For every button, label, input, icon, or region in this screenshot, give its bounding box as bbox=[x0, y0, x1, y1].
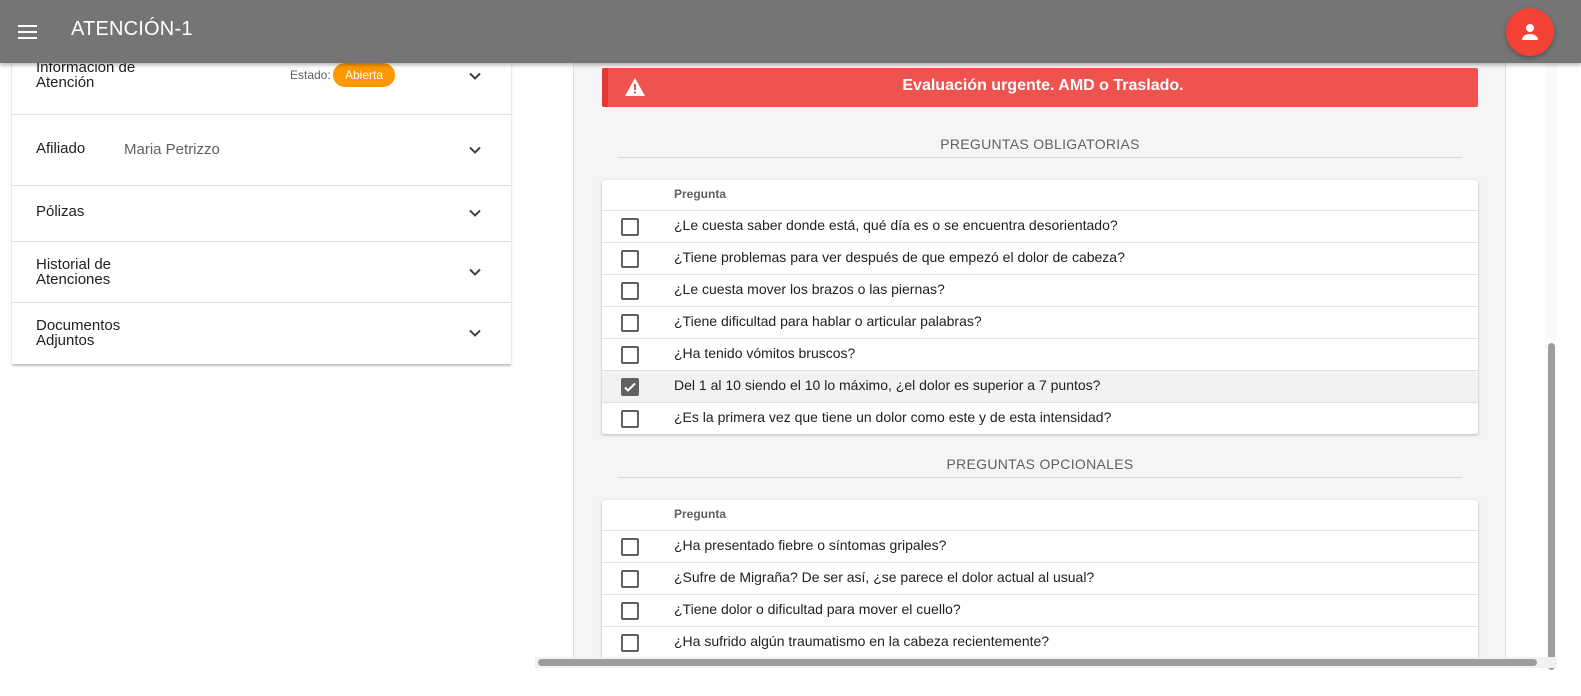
checkbox[interactable] bbox=[621, 314, 639, 332]
check-icon bbox=[624, 382, 636, 392]
checkbox[interactable] bbox=[621, 634, 639, 652]
question-text: ¿Le cuesta saber donde está, qué día es … bbox=[674, 217, 1118, 233]
table-row[interactable]: ¿Ha presentado fiebre o síntomas gripale… bbox=[602, 531, 1478, 563]
user-avatar-button[interactable] bbox=[1506, 8, 1554, 56]
table-row[interactable]: Del 1 al 10 siendo el 10 lo máximo, ¿el … bbox=[602, 371, 1478, 403]
accordion-historial[interactable]: Historial de Atenciones bbox=[12, 242, 511, 303]
accordion-documentos-label: Documentos Adjuntos bbox=[36, 317, 121, 349]
column-header-pregunta: Pregunta bbox=[674, 187, 727, 201]
question-text: Del 1 al 10 siendo el 10 lo máximo, ¿el … bbox=[674, 377, 1101, 393]
estado-label: Estado: bbox=[290, 68, 331, 82]
question-text: ¿Tiene dolor o dificultad para mover el … bbox=[674, 601, 961, 617]
checkbox-checked[interactable] bbox=[621, 378, 639, 396]
urgent-alert-banner: Evaluación urgente. AMD o Traslado. bbox=[602, 68, 1478, 107]
checkbox[interactable] bbox=[621, 346, 639, 364]
accordion-informacion-label: Información de Atención bbox=[36, 59, 136, 91]
table-row[interactable]: ¿Tiene dificultad para hablar o articula… bbox=[602, 307, 1478, 339]
chevron-down-icon[interactable] bbox=[467, 142, 483, 158]
column-header-pregunta: Pregunta bbox=[674, 507, 727, 521]
accordion-polizas-label: Pólizas bbox=[36, 203, 85, 220]
accordion-afiliado[interactable]: Afiliado Maria Petrizzo bbox=[12, 115, 511, 186]
checkbox[interactable] bbox=[621, 410, 639, 428]
checkbox[interactable] bbox=[621, 218, 639, 236]
question-text: ¿Ha tenido vómitos bruscos? bbox=[674, 345, 856, 361]
chevron-down-icon[interactable] bbox=[467, 325, 483, 341]
chevron-down-icon[interactable] bbox=[467, 68, 483, 84]
section-title-obligatorias: PREGUNTAS OBLIGATORIAS bbox=[940, 136, 1140, 152]
afiliado-name: Maria Petrizzo bbox=[124, 141, 220, 158]
horizontal-scrollbar-thumb[interactable] bbox=[538, 659, 1537, 666]
question-text: ¿Sufre de Migraña? De ser así, ¿se parec… bbox=[674, 569, 1095, 585]
chevron-down-icon[interactable] bbox=[467, 264, 483, 280]
checkbox[interactable] bbox=[621, 602, 639, 620]
divider bbox=[618, 157, 1462, 158]
question-text: ¿Le cuesta mover los brazos o las pierna… bbox=[674, 281, 945, 297]
vertical-scrollbar-thumb[interactable] bbox=[1548, 343, 1555, 670]
table-row[interactable]: ¿Tiene dolor o dificultad para mover el … bbox=[602, 595, 1478, 627]
table-row[interactable]: ¿Tiene problemas para ver después de que… bbox=[602, 243, 1478, 275]
table-row[interactable]: ¿Ha sufrido algún traumatismo en la cabe… bbox=[602, 627, 1478, 657]
checkbox[interactable] bbox=[621, 570, 639, 588]
checkbox[interactable] bbox=[621, 250, 639, 268]
person-icon bbox=[1522, 24, 1538, 40]
attention-details-panel: Información de Atención Estado: Abierta … bbox=[12, 48, 511, 364]
accordion-documentos[interactable]: Documentos Adjuntos bbox=[12, 303, 511, 364]
table-header: Pregunta bbox=[602, 180, 1478, 211]
scrollbar-corner bbox=[1545, 657, 1557, 668]
accordion-afiliado-label: Afiliado bbox=[36, 140, 86, 157]
checkbox[interactable] bbox=[621, 282, 639, 300]
question-text: ¿Es la primera vez que tiene un dolor co… bbox=[674, 409, 1112, 425]
menu-icon[interactable] bbox=[14, 18, 42, 46]
question-text: ¿Tiene problemas para ver después de que… bbox=[674, 249, 1125, 265]
opcionales-table: Pregunta ¿Ha presentado fiebre o síntoma… bbox=[602, 500, 1478, 657]
app-bar: ATENCIÓN-1 bbox=[0, 0, 1581, 63]
section-title-opcionales: PREGUNTAS OPCIONALES bbox=[946, 456, 1134, 472]
question-text: ¿Ha presentado fiebre o síntomas gripale… bbox=[674, 537, 947, 553]
alert-text: Evaluación urgente. AMD o Traslado. bbox=[902, 77, 1184, 94]
status-badge: Abierta bbox=[333, 63, 396, 87]
table-header: Pregunta bbox=[602, 500, 1478, 531]
table-row[interactable]: ¿Ha tenido vómitos bruscos? bbox=[602, 339, 1478, 371]
accordion-polizas[interactable]: Pólizas bbox=[12, 186, 511, 242]
question-text: ¿Ha sufrido algún traumatismo en la cabe… bbox=[674, 633, 1050, 649]
question-text: ¿Tiene dificultad para hablar o articula… bbox=[674, 313, 982, 329]
accordion-historial-label: Historial de Atenciones bbox=[36, 256, 112, 288]
table-row[interactable]: ¿Le cuesta saber donde está, qué día es … bbox=[602, 211, 1478, 243]
table-row[interactable]: ¿Sufre de Migraña? De ser así, ¿se parec… bbox=[602, 563, 1478, 595]
obligatorias-table: Pregunta ¿Le cuesta saber donde está, qu… bbox=[602, 180, 1478, 434]
checkbox[interactable] bbox=[621, 538, 639, 556]
table-row[interactable]: ¿Le cuesta mover los brazos o las pierna… bbox=[602, 275, 1478, 307]
chevron-down-icon[interactable] bbox=[467, 205, 483, 221]
page-title: ATENCIÓN-1 bbox=[71, 18, 193, 40]
divider bbox=[618, 477, 1462, 478]
table-row[interactable]: ¿Es la primera vez que tiene un dolor co… bbox=[602, 403, 1478, 434]
